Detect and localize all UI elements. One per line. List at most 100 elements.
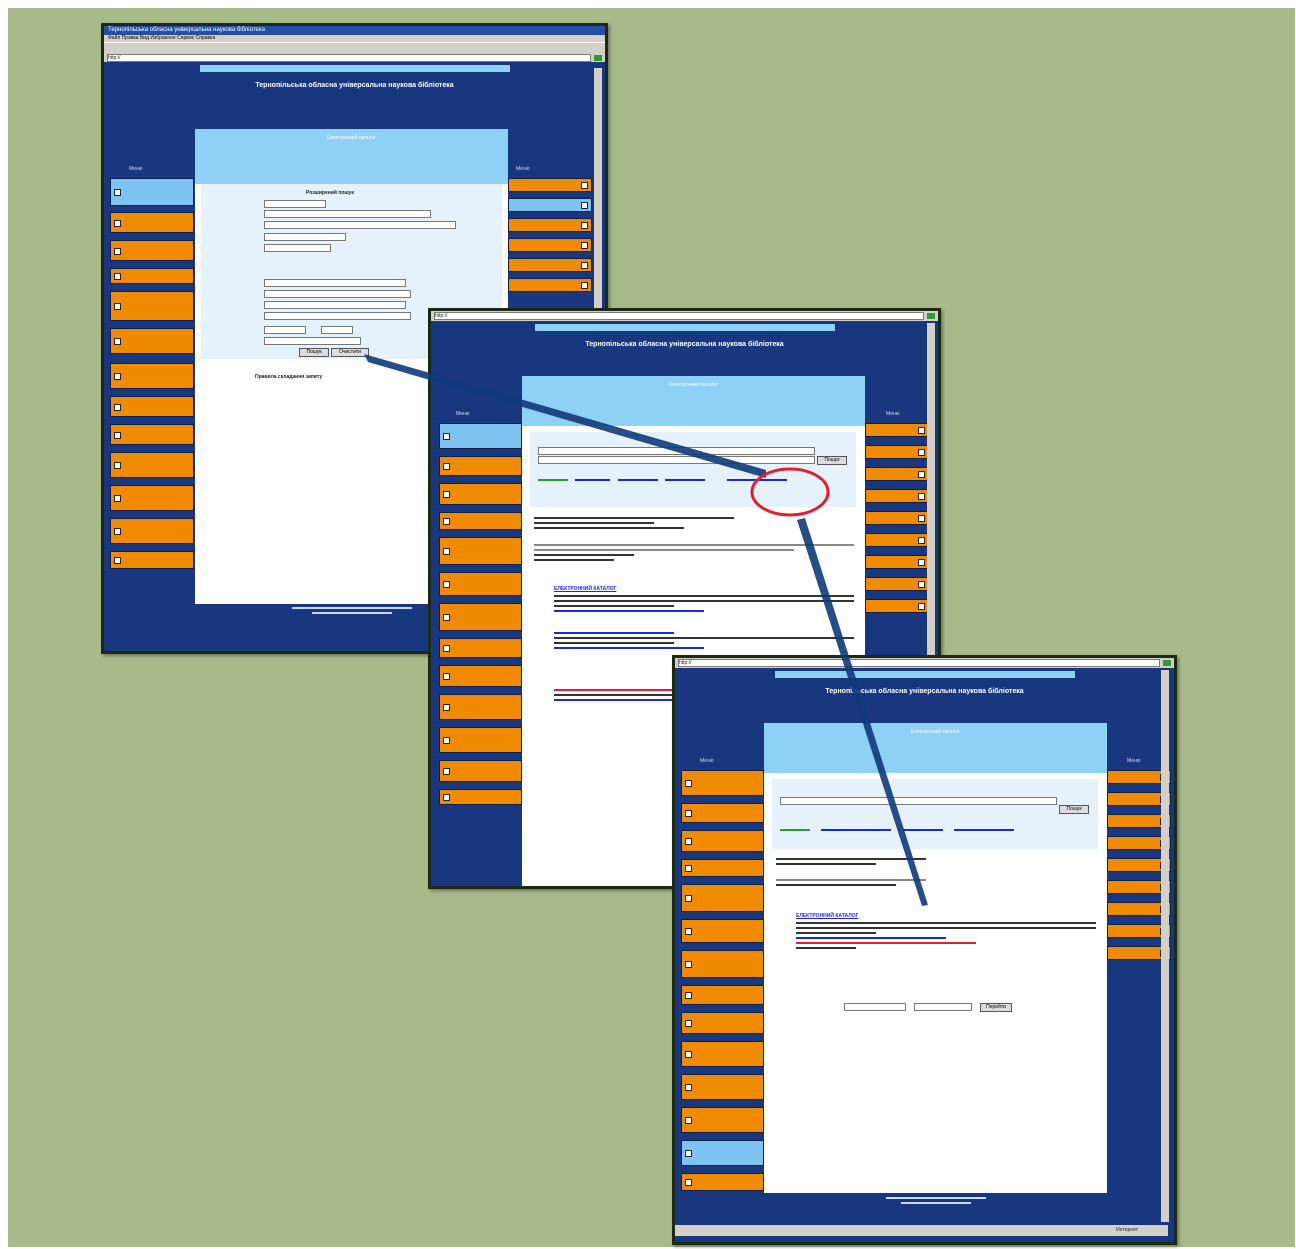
right-menu-item[interactable] <box>865 511 929 525</box>
left-menu-item[interactable] <box>110 363 194 389</box>
menu-icon <box>685 1117 692 1124</box>
go-icon[interactable] <box>594 54 602 61</box>
go-icon[interactable] <box>1163 660 1171 666</box>
menu-icon <box>685 838 692 845</box>
form-field[interactable] <box>321 326 353 334</box>
browser-toolbar[interactable] <box>104 42 605 53</box>
vertical-scrollbar[interactable] <box>1161 670 1169 1222</box>
url-input[interactable]: http:// <box>107 53 591 62</box>
left-menu-item[interactable] <box>439 456 522 476</box>
form-select[interactable] <box>264 244 331 252</box>
left-menu-item[interactable] <box>681 1173 764 1191</box>
site-top-bar <box>199 65 510 72</box>
left-menu-item[interactable] <box>110 518 194 544</box>
search-button[interactable]: Пошук <box>299 348 329 357</box>
left-menu-item[interactable] <box>681 950 764 978</box>
left-menu-item[interactable] <box>110 212 194 233</box>
form-field[interactable] <box>264 210 431 218</box>
menu-bar[interactable]: Файл Правка Вид Избранное Сервис Справка <box>104 35 605 42</box>
left-menu-item[interactable] <box>681 803 764 823</box>
left-menu-item[interactable] <box>439 665 522 687</box>
go-button[interactable]: Перейти <box>980 1003 1012 1012</box>
right-menu-item[interactable] <box>508 238 592 252</box>
left-menu-item[interactable] <box>110 485 194 511</box>
left-menu-item[interactable] <box>681 1041 764 1067</box>
left-menu-item[interactable] <box>110 551 194 569</box>
left-menu-item[interactable] <box>110 452 194 478</box>
left-menu-item[interactable] <box>439 603 522 631</box>
left-menu-item[interactable] <box>439 512 522 530</box>
menu-icon <box>443 673 450 680</box>
right-menu-item[interactable] <box>865 599 929 613</box>
search-button[interactable]: Пошук <box>817 456 847 465</box>
right-menu-item[interactable] <box>865 445 929 459</box>
search-select[interactable] <box>538 447 815 455</box>
right-menu-item[interactable] <box>865 555 929 569</box>
form-field[interactable] <box>264 221 456 229</box>
left-menu-item[interactable] <box>439 760 522 782</box>
right-menu-item[interactable] <box>865 577 929 591</box>
site-title: Тернопільська обласна універсальна науко… <box>825 688 1024 695</box>
left-menu-item[interactable] <box>681 1074 764 1100</box>
form-field[interactable] <box>264 290 411 298</box>
left-menu-item[interactable] <box>110 240 194 261</box>
left-menu-item[interactable] <box>439 423 522 449</box>
result-title-link[interactable]: ЕЛЕКТРОННИЙ КАТАЛОГ <box>796 913 1096 919</box>
go-icon[interactable] <box>927 313 935 319</box>
left-menu-item[interactable] <box>681 1012 764 1034</box>
left-menu-item[interactable] <box>439 537 522 565</box>
left-menu-item[interactable] <box>681 770 764 796</box>
right-menu-item[interactable] <box>508 258 592 272</box>
address-bar[interactable]: http:// <box>104 53 605 62</box>
left-menu-item[interactable] <box>439 483 522 505</box>
right-menu-item[interactable] <box>865 533 929 547</box>
right-menu-item[interactable] <box>865 423 929 437</box>
right-menu-item[interactable] <box>508 218 592 232</box>
right-menu-item[interactable] <box>865 467 929 481</box>
form-field[interactable] <box>264 326 306 334</box>
form-field[interactable] <box>264 200 326 208</box>
left-menu-item[interactable] <box>110 178 194 206</box>
address-bar[interactable]: http:// <box>675 658 1174 668</box>
footer-lines <box>885 1197 986 1204</box>
form-field[interactable] <box>264 279 406 287</box>
form-field[interactable] <box>264 312 411 320</box>
left-menu-item[interactable] <box>439 727 522 753</box>
right-menu-item[interactable] <box>865 489 929 503</box>
browser-window-3[interactable]: http:// Тернопільська обласна універсаль… <box>672 655 1177 1245</box>
search-select[interactable] <box>780 797 1057 805</box>
left-menu-item[interactable] <box>439 638 522 658</box>
menu-icon <box>918 537 925 544</box>
left-menu-item[interactable] <box>439 789 522 805</box>
right-menu-item[interactable] <box>508 198 592 212</box>
count-select[interactable] <box>914 1003 972 1011</box>
form-field[interactable] <box>264 301 406 309</box>
form-select[interactable] <box>264 337 361 345</box>
left-menu-item[interactable] <box>681 919 764 943</box>
url-input[interactable]: http:// <box>678 659 1160 667</box>
left-menu-item[interactable] <box>681 884 764 912</box>
left-menu-item[interactable] <box>681 985 764 1005</box>
right-menu-item[interactable] <box>508 278 592 292</box>
url-input[interactable]: http:// <box>434 312 924 320</box>
form-select[interactable] <box>264 233 346 241</box>
left-menu-item[interactable] <box>110 424 194 445</box>
left-menu-item[interactable] <box>110 291 194 321</box>
left-menu-item[interactable] <box>439 572 522 596</box>
reset-button[interactable]: Очистити <box>331 348 369 357</box>
left-menu-item[interactable] <box>681 1107 764 1133</box>
page-select[interactable] <box>844 1003 906 1011</box>
address-bar[interactable]: http:// <box>431 311 938 321</box>
left-menu-item[interactable] <box>681 1140 764 1166</box>
right-menu-item[interactable] <box>508 178 592 192</box>
search-input[interactable] <box>538 456 815 464</box>
search-button[interactable]: Пошук <box>1059 805 1089 814</box>
left-menu-item[interactable] <box>681 830 764 852</box>
left-menu-item[interactable] <box>110 268 194 284</box>
left-menu-item[interactable] <box>110 396 194 417</box>
left-menu-item[interactable] <box>110 328 194 354</box>
left-menu-item[interactable] <box>439 694 522 720</box>
result-title-link[interactable]: ЕЛЕКТРОННИЙ КАТАЛОГ <box>554 586 854 592</box>
left-menu-item[interactable] <box>681 859 764 877</box>
window-title-bar[interactable]: Тернопільська обласна універсальна науко… <box>104 26 605 35</box>
